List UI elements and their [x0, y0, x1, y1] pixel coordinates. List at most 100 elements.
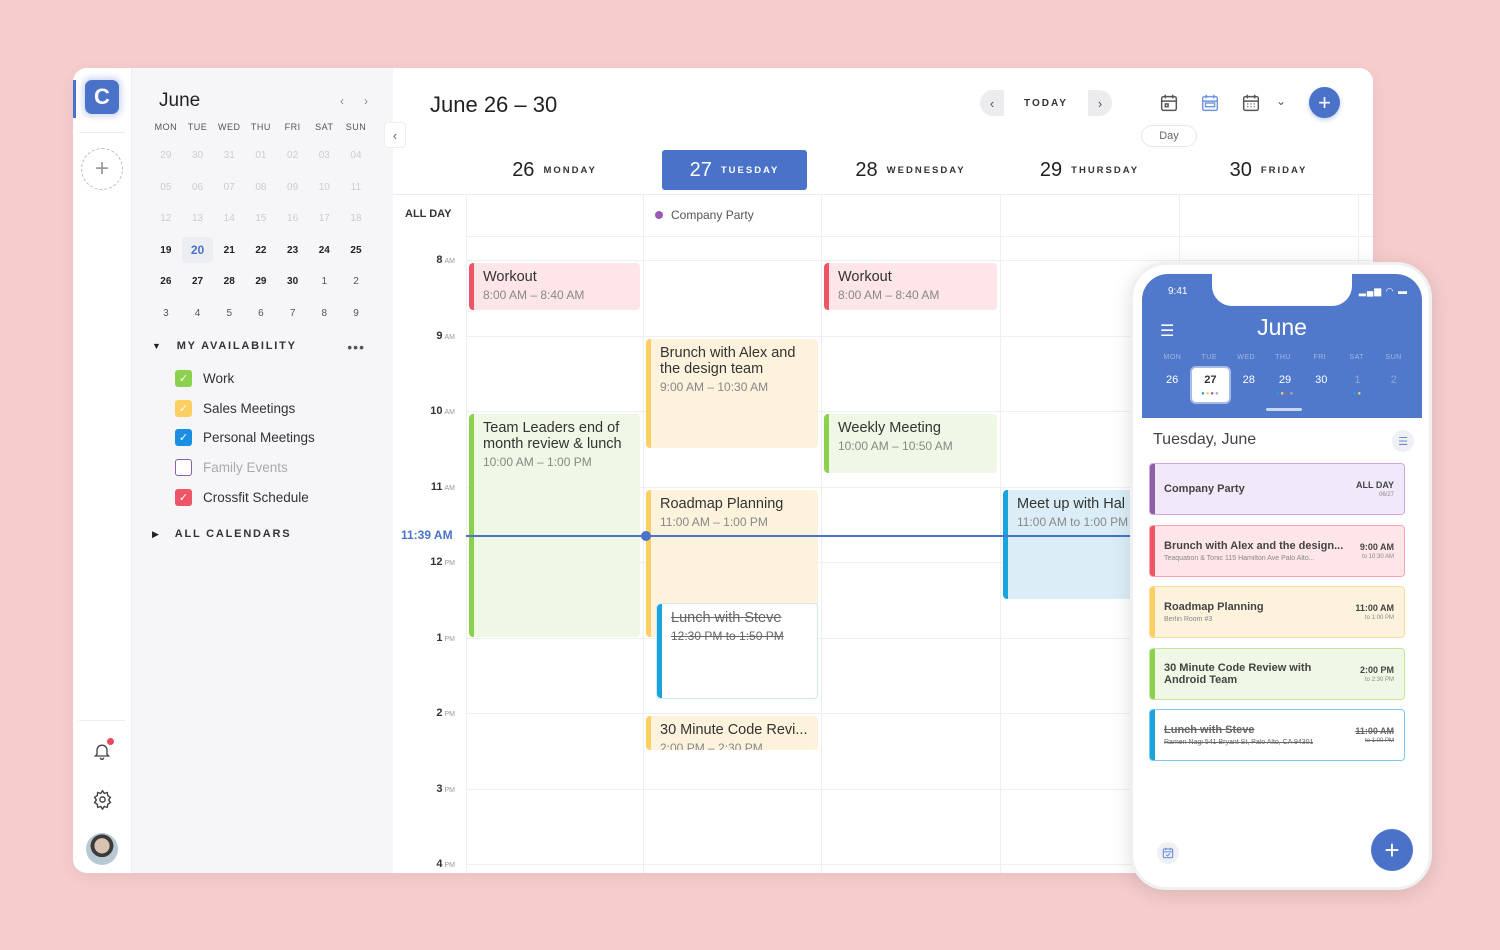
calendar-event[interactable]: Brunch with Alex and the design team 9:0… — [646, 338, 818, 448]
calendar-checkbox[interactable]: ✓ — [175, 488, 192, 506]
mobile-event-card[interactable]: Brunch with Alex and the design... Teaqu… — [1149, 524, 1405, 577]
mobile-day[interactable]: 26 — [1154, 368, 1190, 402]
app-logo[interactable]: C — [85, 80, 119, 114]
settings-button[interactable] — [89, 786, 115, 812]
mini-day[interactable]: 19 — [150, 245, 182, 256]
mini-next-month-button[interactable]: › — [364, 94, 368, 108]
mini-day[interactable]: 20 — [181, 237, 214, 264]
mini-day[interactable]: 27 — [182, 276, 214, 287]
mini-day[interactable]: 30 — [182, 150, 214, 161]
mini-day[interactable]: 22 — [245, 245, 277, 256]
calendar-item[interactable]: ✓ Crossfit Schedule — [175, 482, 315, 512]
drag-handle[interactable] — [1266, 408, 1302, 411]
mini-day[interactable]: 2 — [340, 276, 372, 287]
mobile-event-card[interactable]: Lunch with Steve Ramen Nagi 541 Bryant S… — [1149, 709, 1405, 761]
mini-day[interactable]: 11 — [340, 182, 372, 193]
mini-day[interactable]: 23 — [277, 245, 309, 256]
calendar-check-button[interactable] — [1157, 842, 1179, 864]
mini-day[interactable]: 28 — [213, 276, 245, 287]
mini-day[interactable]: 29 — [245, 276, 277, 287]
mini-day[interactable]: 02 — [277, 150, 309, 161]
calendar-checkbox[interactable] — [175, 459, 192, 477]
calendar-item[interactable]: ✓ Sales Meetings — [175, 394, 315, 424]
notifications-button[interactable] — [89, 738, 115, 764]
add-event-button[interactable]: + — [1309, 87, 1340, 118]
mini-day[interactable]: 05 — [150, 182, 182, 193]
mobile-day[interactable]: 29 ●●●● — [1267, 368, 1303, 402]
mobile-event-card[interactable]: Company Party ALL DAY 06/27 — [1149, 463, 1405, 515]
mini-day[interactable]: 4 — [182, 308, 214, 319]
mini-day[interactable]: 1 — [308, 276, 340, 287]
mini-day[interactable]: 24 — [308, 245, 340, 256]
calendar-checkbox[interactable]: ✓ — [175, 370, 192, 388]
mini-day[interactable]: 14 — [213, 213, 245, 224]
mini-day[interactable]: 06 — [182, 182, 214, 193]
prev-week-button[interactable]: ‹ — [980, 96, 1004, 111]
mobile-event-card[interactable]: 30 Minute Code Review with Android Team … — [1149, 647, 1405, 700]
mini-day[interactable]: 25 — [340, 245, 372, 256]
more-options-button[interactable]: ••• — [347, 339, 365, 355]
calendar-event[interactable]: Workout 8:00 AM – 8:40 AM — [469, 263, 640, 310]
mini-day[interactable]: 10 — [308, 182, 340, 193]
calendar-item[interactable]: ✓ Personal Meetings — [175, 423, 315, 453]
mobile-add-event-button[interactable]: + — [1371, 829, 1413, 871]
mobile-event-card[interactable]: Roadmap Planning Berlin Room #3 11:00 AM… — [1149, 586, 1405, 638]
calendar-event[interactable]: 30 Minute Code Revi... 2:00 PM – 2:30 PM — [646, 716, 818, 750]
mini-day[interactable]: 26 — [150, 276, 182, 287]
all-day-event[interactable]: Company Party — [655, 208, 754, 222]
calendar-item[interactable]: Family Events — [175, 453, 315, 483]
day-header[interactable]: 26 MONDAY — [466, 150, 643, 190]
calendar-item[interactable]: ✓ Work — [175, 364, 315, 394]
collapse-sidebar-button[interactable]: ‹ — [384, 122, 406, 148]
mini-day[interactable]: 13 — [182, 213, 214, 224]
mini-day[interactable]: 21 — [213, 245, 245, 256]
mini-day[interactable]: 30 — [277, 276, 309, 287]
day-header[interactable]: 29 THURSDAY — [1000, 150, 1179, 190]
mini-day[interactable]: 6 — [245, 308, 277, 319]
mini-day[interactable]: 17 — [308, 213, 340, 224]
mini-day[interactable]: 3 — [150, 308, 182, 319]
mobile-day[interactable]: 28 — [1231, 368, 1267, 402]
mini-day[interactable]: 29 — [150, 150, 182, 161]
mini-day[interactable]: 5 — [213, 308, 245, 319]
mini-day[interactable]: 16 — [277, 213, 309, 224]
calendar-event[interactable]: Lunch with Steve 12:30 PM to 1:50 PM — [656, 602, 818, 700]
calendar-event[interactable]: Team Leaders end of month review & lunch… — [469, 414, 640, 637]
mini-prev-month-button[interactable]: ‹ — [340, 94, 344, 108]
day-header[interactable]: 27 TUESDAY — [662, 150, 807, 190]
day-header[interactable]: 28 WEDNESDAY — [821, 150, 1000, 190]
week-view-button[interactable] — [1199, 92, 1221, 114]
mini-day[interactable]: 09 — [277, 182, 309, 193]
view-dropdown-chevron-icon[interactable]: ⌄ — [1276, 94, 1286, 108]
calendar-checkbox[interactable]: ✓ — [175, 429, 192, 447]
mobile-day[interactable]: 2 — [1376, 368, 1412, 402]
all-calendars-header[interactable]: ▶ ALL CALENDARS — [152, 528, 291, 540]
add-calendar-button[interactable]: + — [81, 148, 123, 190]
avatar[interactable] — [86, 833, 118, 865]
mini-day[interactable]: 04 — [340, 150, 372, 161]
mini-day[interactable]: 9 — [340, 308, 372, 319]
mini-day[interactable]: 31 — [213, 150, 245, 161]
mini-day[interactable]: 7 — [277, 308, 309, 319]
calendar-event[interactable]: Workout 8:00 AM – 8:40 AM — [824, 263, 997, 310]
day-view-button[interactable] — [1158, 92, 1180, 114]
mini-day[interactable]: 8 — [308, 308, 340, 319]
calendar-event[interactable]: Weekly Meeting 10:00 AM – 10:50 AM — [824, 414, 997, 473]
my-availability-header[interactable]: ▼ MY AVAILABILITY — [152, 340, 297, 352]
next-week-button[interactable]: › — [1088, 96, 1112, 111]
mini-day[interactable]: 15 — [245, 213, 277, 224]
mini-day[interactable]: 03 — [308, 150, 340, 161]
mini-day[interactable]: 12 — [150, 213, 182, 224]
mini-day[interactable]: 07 — [213, 182, 245, 193]
calendar-checkbox[interactable]: ✓ — [175, 399, 192, 417]
month-view-button[interactable] — [1240, 92, 1262, 114]
mobile-day[interactable]: 1 ●● — [1339, 368, 1375, 402]
mobile-day[interactable]: 30 — [1303, 368, 1339, 402]
today-button[interactable]: TODAY — [1004, 90, 1088, 116]
list-view-button[interactable]: ☰ — [1392, 430, 1414, 452]
mini-day[interactable]: 01 — [245, 150, 277, 161]
mini-day[interactable]: 08 — [245, 182, 277, 193]
mobile-day[interactable]: 27 ●●●● — [1192, 368, 1229, 402]
mini-day[interactable]: 18 — [340, 213, 372, 224]
day-header[interactable]: 30 FRIDAY — [1179, 150, 1358, 190]
